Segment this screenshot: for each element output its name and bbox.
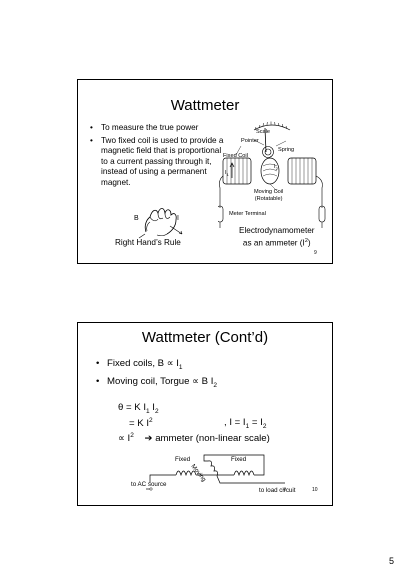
slide-title: Wattmeter bbox=[170, 97, 240, 114]
bullet-item: Moving coil, Torgue ∝ B I2 bbox=[96, 375, 326, 393]
electrodynamometer-diagram bbox=[218, 121, 326, 228]
equation-theta: θ = K I1 I2 bbox=[118, 402, 159, 415]
label-fixed-coil: Fixed Coil bbox=[223, 153, 248, 159]
slide-wattmeter: Wattmeter To measure the true power Two … bbox=[77, 79, 333, 264]
bullet-item: Two fixed coil is used to provide a magn… bbox=[90, 136, 230, 189]
right-hand-icon bbox=[138, 208, 183, 239]
label-load-circuit: to load circuit bbox=[259, 487, 296, 494]
bullet-list: Fixed coils, B ∝ I1 Moving coil, Torgue … bbox=[96, 357, 326, 393]
label-scale: Scale bbox=[256, 129, 270, 135]
hand-label-b: B bbox=[134, 215, 139, 222]
equation-currents: , I = I1 = I2 bbox=[224, 417, 267, 430]
label-current-i2: I2 bbox=[274, 164, 278, 172]
label-meter-terminal: Meter Terminal bbox=[229, 211, 266, 217]
slide-number: 9 bbox=[314, 250, 317, 256]
label-fixed-left: Fixed bbox=[175, 456, 191, 463]
label-ac-source: to AC source bbox=[131, 481, 167, 488]
label-fixed-right: Fixed bbox=[231, 456, 247, 463]
hand-caption: Right Hand’s Rule bbox=[115, 238, 181, 247]
hand-label-i: I bbox=[177, 215, 179, 222]
wattmeter-circuit-diagram bbox=[146, 454, 286, 491]
slide-title: Wattmeter (Cont’d) bbox=[141, 329, 269, 346]
bullet-item: Fixed coils, B ∝ I1 bbox=[96, 357, 326, 375]
page-number: 5 bbox=[389, 556, 395, 566]
bullet-item: To measure the true power bbox=[90, 123, 230, 134]
arrow-right-icon: ➔ bbox=[144, 433, 153, 445]
bullet-list: To measure the true power Two fixed coil… bbox=[90, 123, 230, 191]
label-spring: Spring bbox=[278, 147, 295, 153]
diagram-caption: Electrodynamometer as an ammeter (I2) bbox=[239, 226, 315, 248]
label-pointer: Pointer bbox=[241, 138, 259, 144]
slide-number: 10 bbox=[312, 487, 318, 493]
label-moving-coil: Moving Coil (Rotatable) bbox=[254, 189, 284, 202]
equation-proportional: ∝ I2 ➔ ammeter (non-linear scale) bbox=[118, 432, 270, 445]
label-current-i1: I1 bbox=[225, 170, 229, 178]
slide-wattmeter-contd: Wattmeter (Cont’d) Fixed coils, B ∝ I1 M… bbox=[77, 322, 333, 506]
equation-ki2: = K I2 bbox=[129, 417, 153, 430]
